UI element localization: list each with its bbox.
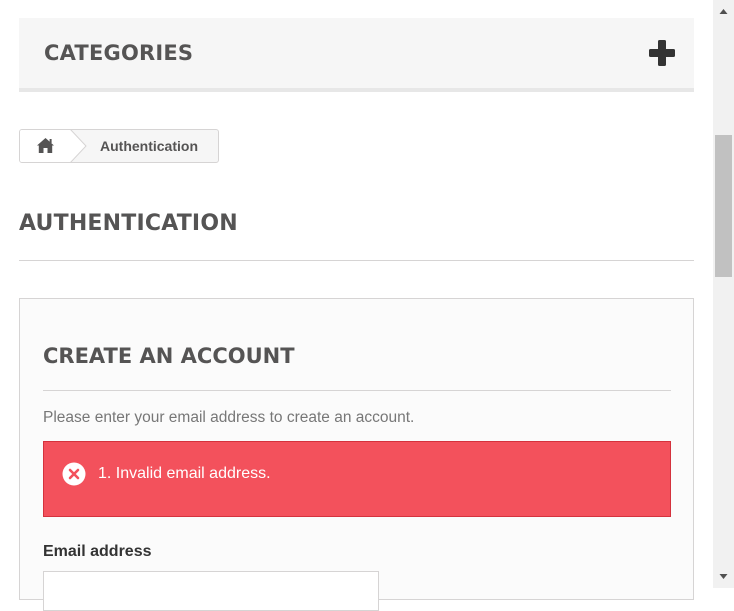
email-address-input[interactable] (43, 571, 379, 611)
page-heading: AUTHENTICATION (19, 211, 238, 236)
home-icon (37, 138, 54, 153)
scroll-thumb[interactable] (715, 135, 732, 277)
categories-title: CATEGORIES (44, 41, 194, 65)
triangle-down-icon (719, 574, 728, 579)
breadcrumb-current: Authentication (100, 138, 198, 154)
breadcrumb-separator-icon (68, 130, 87, 162)
error-circle-icon (62, 462, 86, 486)
error-alert-message: 1. Invalid email address. (98, 465, 271, 482)
breadcrumb: Authentication (19, 129, 219, 163)
create-account-title: CREATE AN ACCOUNT (43, 344, 295, 368)
triangle-up-icon (719, 9, 728, 14)
create-account-form: CREATE AN ACCOUNT Please enter your emai… (19, 298, 694, 611)
create-account-description: Please enter your email address to creat… (43, 409, 415, 426)
email-address-label: Email address (43, 543, 152, 560)
breadcrumb-home-link[interactable] (20, 130, 70, 162)
page: CATEGORIES Authentication AUTHENTICATION… (0, 0, 713, 611)
vertical-scrollbar[interactable] (713, 0, 734, 588)
error-alert: 1. Invalid email address. (43, 441, 671, 517)
scroll-down-button[interactable] (713, 566, 734, 588)
scroll-up-button[interactable] (713, 0, 734, 22)
create-account-divider (43, 390, 671, 391)
categories-block: CATEGORIES (19, 18, 694, 92)
categories-expand-button[interactable] (648, 39, 676, 67)
plus-icon (649, 40, 675, 66)
heading-divider (19, 260, 694, 261)
